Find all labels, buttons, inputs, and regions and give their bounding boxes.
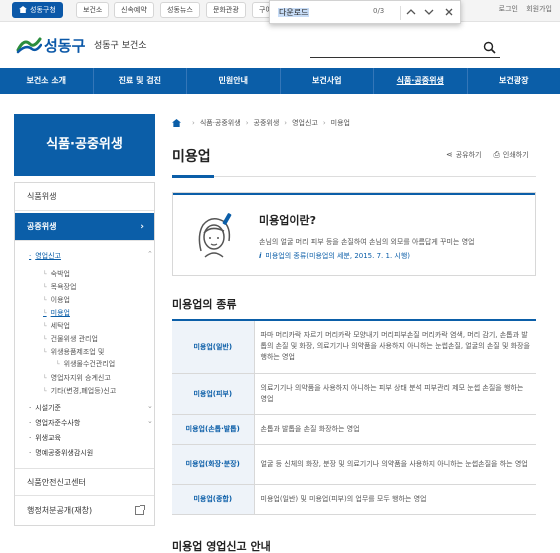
gnb-item-civil[interactable]: 민원안내 [186,68,280,94]
main-navigation: 보건소 소개 진료 및 검진 민원안내 보건사업 식품·공중위생 보건광장 [0,68,560,94]
gnb-item-health-plaza[interactable]: 보건광장 [466,68,560,94]
definition-title: 미용업이란? [259,214,316,227]
top-account-links: 로그인 회원가입 [493,4,552,14]
gnb-item-health-projects[interactable]: 보건사업 [279,68,374,94]
share-icon: ⋖ [446,150,453,159]
hair-styling-icon [198,213,232,258]
seongdong-logo-icon [16,37,42,54]
sidebar-subitem-barber[interactable]: 이용업 [43,294,70,307]
table-cell: 손톱과 발톱을 손질 화장하는 영업 [254,414,536,445]
print-button[interactable]: ⎙ 인쇄하기 [493,150,528,160]
find-next-button[interactable] [422,5,436,19]
page-actions: ⋖ 공유하기 ⎙ 인쇄하기 [446,150,529,160]
top-tab-culture[interactable]: 문화관광 [206,2,246,18]
chevron-up-icon [406,9,416,15]
find-in-page-bar: 다운로드 0/3 [269,0,461,24]
external-link-icon [135,505,145,515]
expand-icon[interactable]: ⌄ [147,402,153,410]
table-row-header: 미용업(일반) [172,321,255,374]
sidebar-item-business-report[interactable]: 영업신고⌃ [29,250,153,261]
chevron-down-icon [424,9,434,15]
sidebar-title: 식품·공중위생 [14,114,155,176]
table-row-header: 미용업(손톱·발톱) [172,414,255,445]
chevron-right-icon: › [140,222,144,232]
breadcrumb-item[interactable]: 식품·공중위생 [200,118,241,128]
sidebar-subitem-building-hygiene[interactable]: 건물위생 관리업 [43,333,98,346]
table-row: 미용업(손톱·발톱) 손톱과 발톱을 손질 화장하는 영업 [172,414,536,445]
breadcrumb: › 식품·공중위생 › 공중위생 › 영업신고 › 미용업 [172,118,350,128]
definition-box: 미용업이란? 손님의 얼굴 머리 피부 등을 손질하여 손님의 외모를 아름답게… [172,192,536,276]
table-row: 미용업(일반) 파마 머리카락 자르기 머리카락 모양내기 머리피부손질 머리카… [172,321,536,374]
sidebar-subitem-succession[interactable]: 영업자지위 승계신고 [43,372,111,385]
page-title: 미용업 [172,149,211,165]
table-row-header: 미용업(화장·분장) [172,444,255,485]
sidebar-subitem-other-report[interactable]: 기타(변경,폐업등)신고 [43,385,117,398]
gnb-item-treatment[interactable]: 진료 및 검진 [92,68,187,94]
table-row-header: 미용업(종합) [172,484,255,515]
top-tab-quick-reservation[interactable]: 신속예약 [114,2,154,18]
title-accent [172,175,214,178]
sidebar-subitem-laundry[interactable]: 세탁업 [43,320,70,333]
table-row: 미용업(피부) 의료기기나 의약품을 사용하지 아니하는 피부 상태 분석 피부… [172,373,536,415]
gnb-item-about[interactable]: 보건소 소개 [0,68,93,94]
collapse-icon[interactable]: ⌃ [147,250,153,258]
find-divider [400,6,401,20]
top-tab-news[interactable]: 성동뉴스 [160,2,200,18]
sidebar-item-food-hygiene[interactable]: 식품위생 [15,183,154,211]
report-guide-section-title: 미용업 영업신고 안내 [172,540,271,553]
gnb-item-food-hygiene[interactable]: 식품·공중위생 [373,68,467,94]
find-match-count: 0/3 [373,7,385,15]
find-previous-button[interactable] [404,5,418,19]
close-icon [445,8,453,16]
title-divider [172,176,536,177]
table-row: 미용업(종합) 미용업(일반) 및 미용업(피부)의 업무를 모두 행하는 영업 [172,484,536,515]
site-name: 성동구 보건소 [94,41,147,51]
top-tab-health-center[interactable]: 보건소 [76,2,110,18]
find-input[interactable]: 다운로드 [278,6,310,19]
sidebar-item-compliance[interactable]: 영업자준수사항⌄ [29,417,153,428]
sidebar-item-hygiene-education[interactable]: 위생교육 [29,433,61,443]
types-section-title: 미용업의 종류 [172,298,237,311]
join-link[interactable]: 회원가입 [526,5,552,13]
table-row-header: 미용업(피부) [172,373,255,415]
home-icon [19,6,27,13]
sidebar-subitem-beauty[interactable]: 미용업 [43,307,70,320]
types-table: 미용업(일반) 파마 머리카락 자르기 머리카락 모양내기 머리피부손질 머리카… [172,321,536,515]
breadcrumb-current: 미용업 [330,119,350,127]
logo-text: 성동구 [44,37,86,55]
sidebar-item-facility-standard[interactable]: 시설기준⌄ [29,402,153,413]
expand-icon[interactable]: ⌄ [147,417,153,425]
breadcrumb-item[interactable]: 영업신고 [292,118,318,128]
breadcrumb-item[interactable]: 공중위생 [254,118,280,128]
sidebar-item-public-hygiene[interactable]: 공중위생 › [15,213,154,241]
login-link[interactable]: 로그인 [499,5,518,13]
print-icon: ⎙ [493,150,500,159]
share-button[interactable]: ⋖ 공유하기 [446,150,481,160]
table-cell: 미용업(일반) 및 미용업(피부)의 업무를 모두 행하는 영업 [254,484,536,515]
top-tab-seongdong-gu[interactable]: 성동구청 [12,2,63,18]
sidebar-item-disclosure[interactable]: 행정처분공개(재창) [15,497,154,525]
find-close-button[interactable] [442,5,456,19]
sidebar-subitem-towel-management[interactable]: 위생물수건관리업 [43,358,116,371]
sidebar-item-honorary-inspector[interactable]: 명예공중위생감시원 [29,448,93,458]
table-cell: 얼굴 등 신체의 화장, 분장 및 의료기기나 의약품을 사용하지 아니하는 눈… [254,444,536,485]
info-icon: i [259,252,262,260]
sidebar-subitem-bathhouse[interactable]: 목욕장업 [43,281,77,294]
table-cell: 파마 머리카락 자르기 머리카락 모양내기 머리피부손질 머리카락 염색, 머리… [254,321,536,374]
search-icon[interactable] [483,41,496,54]
law-reference-link[interactable]: i 미용업의 종류(미용업의 세분, 2015. 7. 1. 시행) [259,251,410,261]
home-icon[interactable] [172,119,181,127]
table-row: 미용업(화장·분장) 얼굴 등 신체의 화장, 분장 및 의료기기나 의약품을 … [172,444,536,485]
sidebar-subitem-lodging[interactable]: 숙박업 [43,268,70,281]
sidebar-menu: 식품위생 공중위생› 영업신고⌃ 숙박업 목욕장업 이용업 미용업 세탁업 건물… [14,182,155,526]
site-search-input[interactable] [310,40,500,58]
sidebar-item-food-safety-report[interactable]: 식품안전신고센터 [15,468,154,496]
table-cell: 의료기기나 의약품을 사용하지 아니하는 피부 상태 분석 피부관리 제모 눈썹… [254,373,536,415]
definition-text: 손님의 얼굴 머리 피부 등을 손질하여 손님의 외모를 아름답게 꾸미는 영업 [259,238,475,246]
